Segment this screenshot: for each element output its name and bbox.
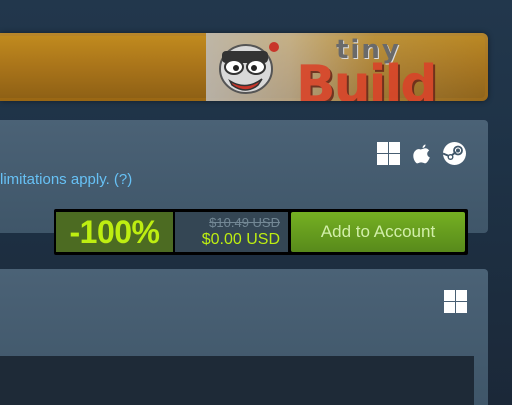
original-price: $10.49 USD [209, 214, 280, 230]
steam-icon [442, 142, 466, 165]
mascot-icon [219, 42, 279, 94]
purchase-bar: -100% $10.49 USD $0.00 USD Add to Accoun… [54, 209, 468, 255]
second-panel-content [0, 356, 474, 405]
windows-icon [444, 290, 467, 313]
windows-icon [377, 142, 400, 165]
publisher-banner[interactable]: tiny Build [0, 33, 488, 101]
add-to-account-button[interactable]: Add to Account [291, 212, 465, 252]
final-price: $0.00 USD [201, 230, 280, 248]
discount-badge: -100% [56, 212, 173, 252]
apple-icon [413, 144, 430, 164]
publisher-logo: tiny Build [296, 33, 476, 101]
logo-text-bottom: Build [296, 55, 438, 101]
platform-icons [376, 141, 467, 166]
limitations-link[interactable]: limitations apply. (?) [0, 171, 132, 188]
price-block: $10.49 USD $0.00 USD [175, 212, 288, 252]
